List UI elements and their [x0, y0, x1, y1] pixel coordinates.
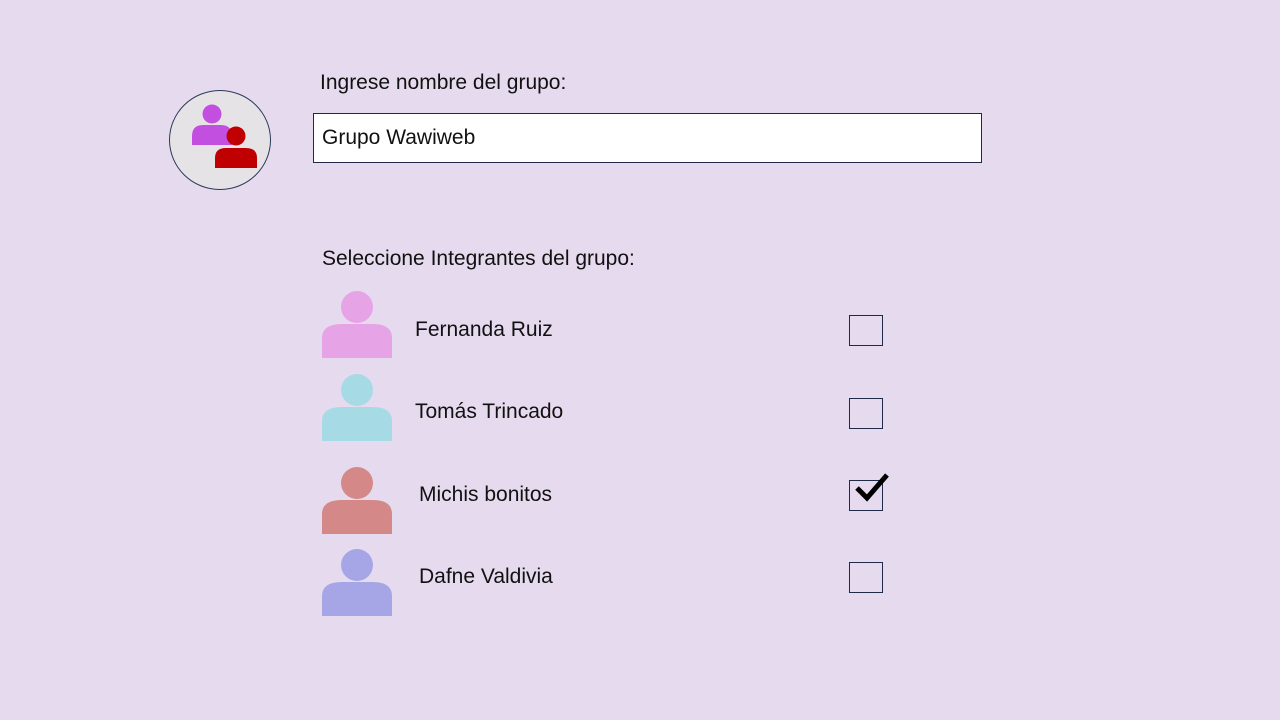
- avatar-head: [341, 291, 373, 323]
- member-name: Dafne Valdivia: [419, 565, 553, 588]
- person-icon: [322, 291, 392, 358]
- member-name: Tomás Trincado: [415, 400, 564, 423]
- member-checkbox[interactable]: [849, 398, 883, 429]
- avatar-body: [322, 407, 392, 441]
- avatar-body: [322, 582, 392, 616]
- member-row: Tomás Trincado: [322, 374, 922, 444]
- avatar-head: [341, 467, 373, 499]
- member-row: Dafne Valdivia: [322, 549, 922, 619]
- group-avatar[interactable]: [169, 90, 271, 190]
- member-row: Fernanda Ruiz: [322, 291, 922, 361]
- member-checkbox[interactable]: [849, 473, 889, 511]
- member-checkbox[interactable]: [849, 315, 883, 346]
- member-row: Michis bonitos: [322, 467, 922, 537]
- group-name-label: Ingrese nombre del grupo:: [320, 71, 567, 94]
- member-name: Fernanda Ruiz: [415, 318, 553, 341]
- checkmark-icon: [855, 473, 889, 502]
- avatar-head: [341, 549, 373, 581]
- avatar-body: [322, 500, 392, 534]
- member-name: Michis bonitos: [419, 483, 553, 506]
- person-icon: [322, 467, 392, 534]
- group-name-input[interactable]: [313, 113, 982, 163]
- avatar-body: [322, 324, 392, 358]
- person-icon: [322, 549, 392, 616]
- members-label: Seleccione Integrantes del grupo:: [322, 247, 635, 270]
- member-checkbox[interactable]: [849, 562, 883, 593]
- person-icon: [322, 374, 392, 441]
- avatar-head: [341, 374, 373, 406]
- group-people-icon: [192, 104, 257, 168]
